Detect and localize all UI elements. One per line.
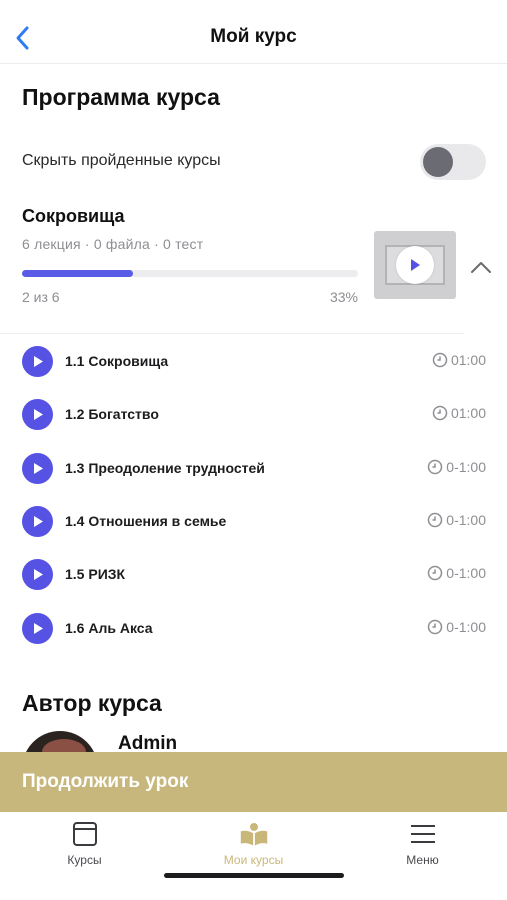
continue-lesson-button[interactable]: Продолжить урок xyxy=(0,752,507,812)
clock-icon xyxy=(428,512,443,528)
lesson-title: 1.5 РИЗК xyxy=(65,566,126,582)
lesson-item[interactable]: 1.6 Аль Акса 0-1:00 xyxy=(0,601,507,654)
course-meta: 6 лекция · 0 файла · 0 тест xyxy=(22,236,204,252)
lesson-item[interactable]: 1.4 Отношения в семье 0-1:00 xyxy=(0,494,507,547)
progress-percent: 33% xyxy=(329,289,358,305)
collapse-button[interactable] xyxy=(468,254,494,280)
play-circle-icon xyxy=(396,246,434,284)
play-icon xyxy=(22,399,53,430)
tab-my-courses[interactable]: Мои курсы xyxy=(169,812,338,872)
chevron-up-icon xyxy=(471,262,491,273)
lesson-duration-text: 0-1:00 xyxy=(446,512,486,528)
play-icon xyxy=(22,613,53,644)
play-icon xyxy=(22,346,53,377)
clock-icon xyxy=(428,459,443,475)
clock-icon xyxy=(428,565,443,581)
lesson-title: 1.2 Богатство xyxy=(65,406,159,422)
lesson-duration-text: 0-1:00 xyxy=(446,619,486,635)
lesson-title: 1.4 Отношения в семье xyxy=(65,513,227,529)
lesson-duration: 0-1:00 xyxy=(427,459,486,475)
lesson-duration-text: 01:00 xyxy=(450,352,486,368)
tab-courses[interactable]: Курсы xyxy=(0,812,169,872)
tab-label: Меню xyxy=(406,853,439,867)
play-icon xyxy=(22,506,53,537)
progress-count: 2 из 6 xyxy=(22,289,60,305)
course-video-thumbnail[interactable] xyxy=(374,231,456,299)
author-section-title: Автор курса xyxy=(22,690,162,716)
home-indicator xyxy=(164,873,344,878)
course-progress-fill xyxy=(22,270,133,277)
top-nav-bar: Мой курс xyxy=(0,0,507,64)
toggle-knob xyxy=(423,147,453,177)
clock-icon xyxy=(428,619,443,635)
play-icon xyxy=(22,453,53,484)
lesson-duration: 01:00 xyxy=(432,352,486,368)
lesson-title: 1.3 Преодоление трудностей xyxy=(65,460,265,476)
tab-label: Курсы xyxy=(67,853,102,867)
lesson-item[interactable]: 1.2 Богатство 01:00 xyxy=(0,387,507,440)
tab-label: Мои курсы xyxy=(223,853,284,867)
lesson-title: 1.1 Сокровища xyxy=(65,353,169,369)
lesson-item[interactable]: 1.3 Преодоление трудностей 0-1:00 xyxy=(0,441,507,494)
lesson-duration: 01:00 xyxy=(432,405,486,421)
lesson-duration: 0-1:00 xyxy=(427,619,486,635)
lesson-duration: 0-1:00 xyxy=(427,512,486,528)
bottom-tab-bar: Курсы Мои курсы Меню xyxy=(0,812,507,900)
lesson-duration-text: 0-1:00 xyxy=(446,459,486,475)
page-title: Мой курс xyxy=(210,26,297,47)
tab-menu[interactable]: Меню xyxy=(338,812,507,872)
program-title: Программа курса xyxy=(22,84,220,110)
clock-icon xyxy=(432,352,448,368)
hide-completed-toggle[interactable] xyxy=(420,144,486,180)
lesson-item[interactable]: 1.1 Сокровища 01:00 xyxy=(0,334,507,387)
lesson-duration-text: 01:00 xyxy=(450,405,486,421)
clock-icon xyxy=(432,405,448,421)
menu-icon xyxy=(408,820,438,848)
open-book-icon xyxy=(239,820,269,848)
lesson-duration: 0-1:00 xyxy=(427,565,486,581)
play-icon xyxy=(22,559,53,590)
course-name: Сокровища xyxy=(22,206,125,226)
lesson-duration-text: 0-1:00 xyxy=(446,565,486,581)
lesson-title: 1.6 Аль Акса xyxy=(65,620,153,636)
lesson-item[interactable]: 1.5 РИЗК 0-1:00 xyxy=(0,547,507,600)
courses-icon xyxy=(70,820,100,848)
course-progress-bar xyxy=(22,270,358,277)
hide-completed-label: Скрыть пройденные курсы xyxy=(22,152,221,169)
